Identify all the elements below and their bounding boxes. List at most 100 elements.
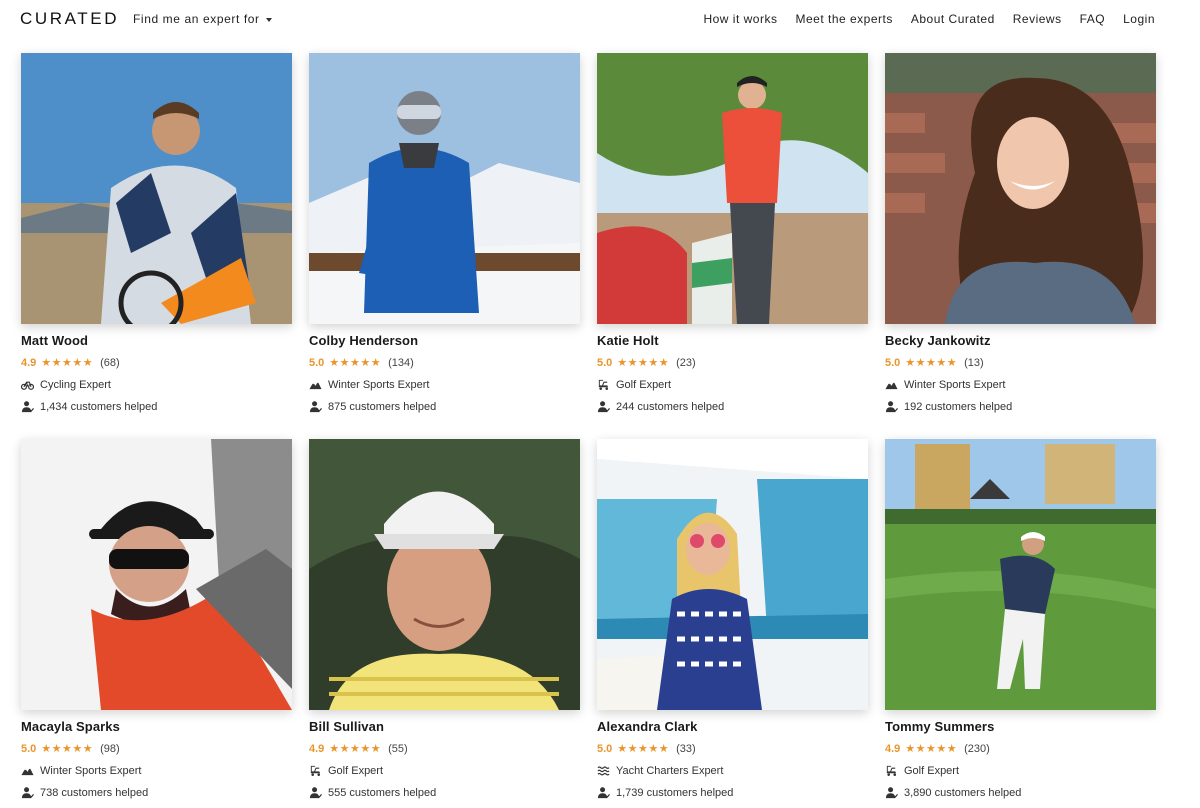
nav-link-how-it-works[interactable]: How it works (703, 12, 777, 26)
person-icon (21, 786, 34, 799)
customers-helped-label: 1,739 customers helped (616, 786, 734, 799)
specialty-label: Winter Sports Expert (328, 378, 430, 391)
expert-specialty: Winter Sports Expert (21, 764, 292, 777)
customers-helped-label: 875 customers helped (328, 400, 437, 413)
expert-name[interactable]: Alexandra Clark (597, 719, 868, 734)
expert-name[interactable]: Katie Holt (597, 333, 868, 348)
expert-photo[interactable] (309, 439, 580, 710)
expert-rating: 4.9 ★★★★★ (55) (309, 742, 580, 756)
specialty-label: Winter Sports Expert (40, 764, 142, 777)
expert-name[interactable]: Macayla Sparks (21, 719, 292, 734)
mountain-icon (21, 764, 34, 777)
specialty-label: Cycling Expert (40, 378, 111, 391)
expert-specialty: Yacht Charters Expert (597, 764, 868, 777)
customers-helped-label: 555 customers helped (328, 786, 437, 799)
expert-photo[interactable] (597, 439, 868, 710)
expert-card-katie-holt[interactable]: Katie Holt 5.0 ★★★★★ (23) Golf Expert 24… (597, 53, 868, 413)
expert-photo[interactable] (885, 439, 1156, 710)
expert-photo[interactable] (309, 53, 580, 324)
customers-helped-label: 1,434 customers helped (40, 400, 158, 413)
expert-rating: 5.0 ★★★★★ (23) (597, 356, 868, 370)
curated-logo[interactable]: CURATED (20, 9, 119, 29)
person-icon (309, 786, 322, 799)
top-navigation-bar: CURATED Find me an expert for How it wor… (0, 0, 1200, 38)
review-count: (13) (964, 356, 984, 369)
expert-rating: 5.0 ★★★★★ (134) (309, 356, 580, 370)
expert-name[interactable]: Becky Jankowitz (885, 333, 1156, 348)
person-icon (21, 400, 34, 413)
customers-helped: 1,739 customers helped (597, 786, 868, 799)
expert-card-macayla-sparks[interactable]: Macayla Sparks 5.0 ★★★★★ (98) Winter Spo… (21, 439, 292, 799)
nav-link-reviews[interactable]: Reviews (1013, 12, 1062, 26)
review-count: (98) (100, 742, 120, 755)
rating-stars: ★★★★★ (41, 743, 94, 755)
waves-icon (597, 764, 610, 777)
rating-score: 5.0 (885, 356, 901, 369)
customers-helped-label: 192 customers helped (904, 400, 1013, 413)
expert-rating: 5.0 ★★★★★ (13) (885, 356, 1156, 370)
caret-down-icon (265, 17, 272, 22)
expert-card-colby-henderson[interactable]: Colby Henderson 5.0 ★★★★★ (134) Winter S… (309, 53, 580, 413)
expert-name[interactable]: Colby Henderson (309, 333, 580, 348)
expert-card-matt-wood[interactable]: Matt Wood 4.9 ★★★★★ (68) Cycling Expert … (21, 53, 292, 413)
review-count: (68) (100, 356, 120, 369)
rating-score: 4.9 (21, 356, 37, 369)
expert-rating: 4.9 ★★★★★ (230) (885, 742, 1156, 756)
expert-specialty: Golf Expert (597, 378, 868, 391)
review-count: (134) (388, 356, 414, 369)
customers-helped: 3,890 customers helped (885, 786, 1156, 799)
rating-stars: ★★★★★ (329, 357, 382, 369)
review-count: (230) (964, 742, 990, 755)
rating-stars: ★★★★★ (41, 357, 94, 369)
expert-rating: 5.0 ★★★★★ (33) (597, 742, 868, 756)
find-expert-dropdown[interactable]: Find me an expert for (133, 12, 272, 26)
rating-score: 4.9 (885, 742, 901, 755)
expert-photo[interactable] (597, 53, 868, 324)
person-icon (885, 786, 898, 799)
golf-cart-icon (597, 378, 610, 391)
expert-specialty: Golf Expert (309, 764, 580, 777)
rating-score: 5.0 (597, 742, 613, 755)
customers-helped: 192 customers helped (885, 400, 1156, 413)
review-count: (33) (676, 742, 696, 755)
golf-cart-icon (309, 764, 322, 777)
expert-specialty: Golf Expert (885, 764, 1156, 777)
expert-photo[interactable] (21, 53, 292, 324)
customers-helped: 555 customers helped (309, 786, 580, 799)
person-icon (597, 786, 610, 799)
customers-helped: 875 customers helped (309, 400, 580, 413)
expert-specialty: Winter Sports Expert (309, 378, 580, 391)
expert-card-becky-jankowitz[interactable]: Becky Jankowitz 5.0 ★★★★★ (13) Winter Sp… (885, 53, 1156, 413)
person-icon (885, 400, 898, 413)
expert-name[interactable]: Tommy Summers (885, 719, 1156, 734)
expert-name[interactable]: Matt Wood (21, 333, 292, 348)
expert-photo[interactable] (21, 439, 292, 710)
nav-link-meet-the-experts[interactable]: Meet the experts (795, 12, 892, 26)
specialty-label: Golf Expert (328, 764, 384, 777)
specialty-label: Golf Expert (904, 764, 960, 777)
customers-helped: 1,434 customers helped (21, 400, 292, 413)
expert-name[interactable]: Bill Sullivan (309, 719, 580, 734)
expert-specialty: Winter Sports Expert (885, 378, 1156, 391)
expert-rating: 5.0 ★★★★★ (98) (21, 742, 292, 756)
specialty-label: Golf Expert (616, 378, 672, 391)
bicycle-icon (21, 378, 34, 391)
expert-card-alexandra-clark[interactable]: Alexandra Clark 5.0 ★★★★★ (33) Yacht Cha… (597, 439, 868, 799)
rating-score: 5.0 (21, 742, 37, 755)
rating-stars: ★★★★★ (905, 743, 958, 755)
customers-helped: 244 customers helped (597, 400, 868, 413)
specialty-label: Yacht Charters Expert (616, 764, 724, 777)
nav-link-about-curated[interactable]: About Curated (911, 12, 995, 26)
nav-link-faq[interactable]: FAQ (1080, 12, 1106, 26)
expert-photo[interactable] (885, 53, 1156, 324)
rating-score: 4.9 (309, 742, 325, 755)
rating-stars: ★★★★★ (329, 743, 382, 755)
expert-rating: 4.9 ★★★★★ (68) (21, 356, 292, 370)
rating-score: 5.0 (309, 356, 325, 369)
expert-card-tommy-summers[interactable]: Tommy Summers 4.9 ★★★★★ (230) Golf Exper… (885, 439, 1156, 799)
expert-specialty: Cycling Expert (21, 378, 292, 391)
nav-link-login[interactable]: Login (1123, 12, 1155, 26)
experts-grid: Matt Wood 4.9 ★★★★★ (68) Cycling Expert … (21, 53, 1156, 799)
expert-card-bill-sullivan[interactable]: Bill Sullivan 4.9 ★★★★★ (55) Golf Expert… (309, 439, 580, 799)
golf-cart-icon (885, 764, 898, 777)
